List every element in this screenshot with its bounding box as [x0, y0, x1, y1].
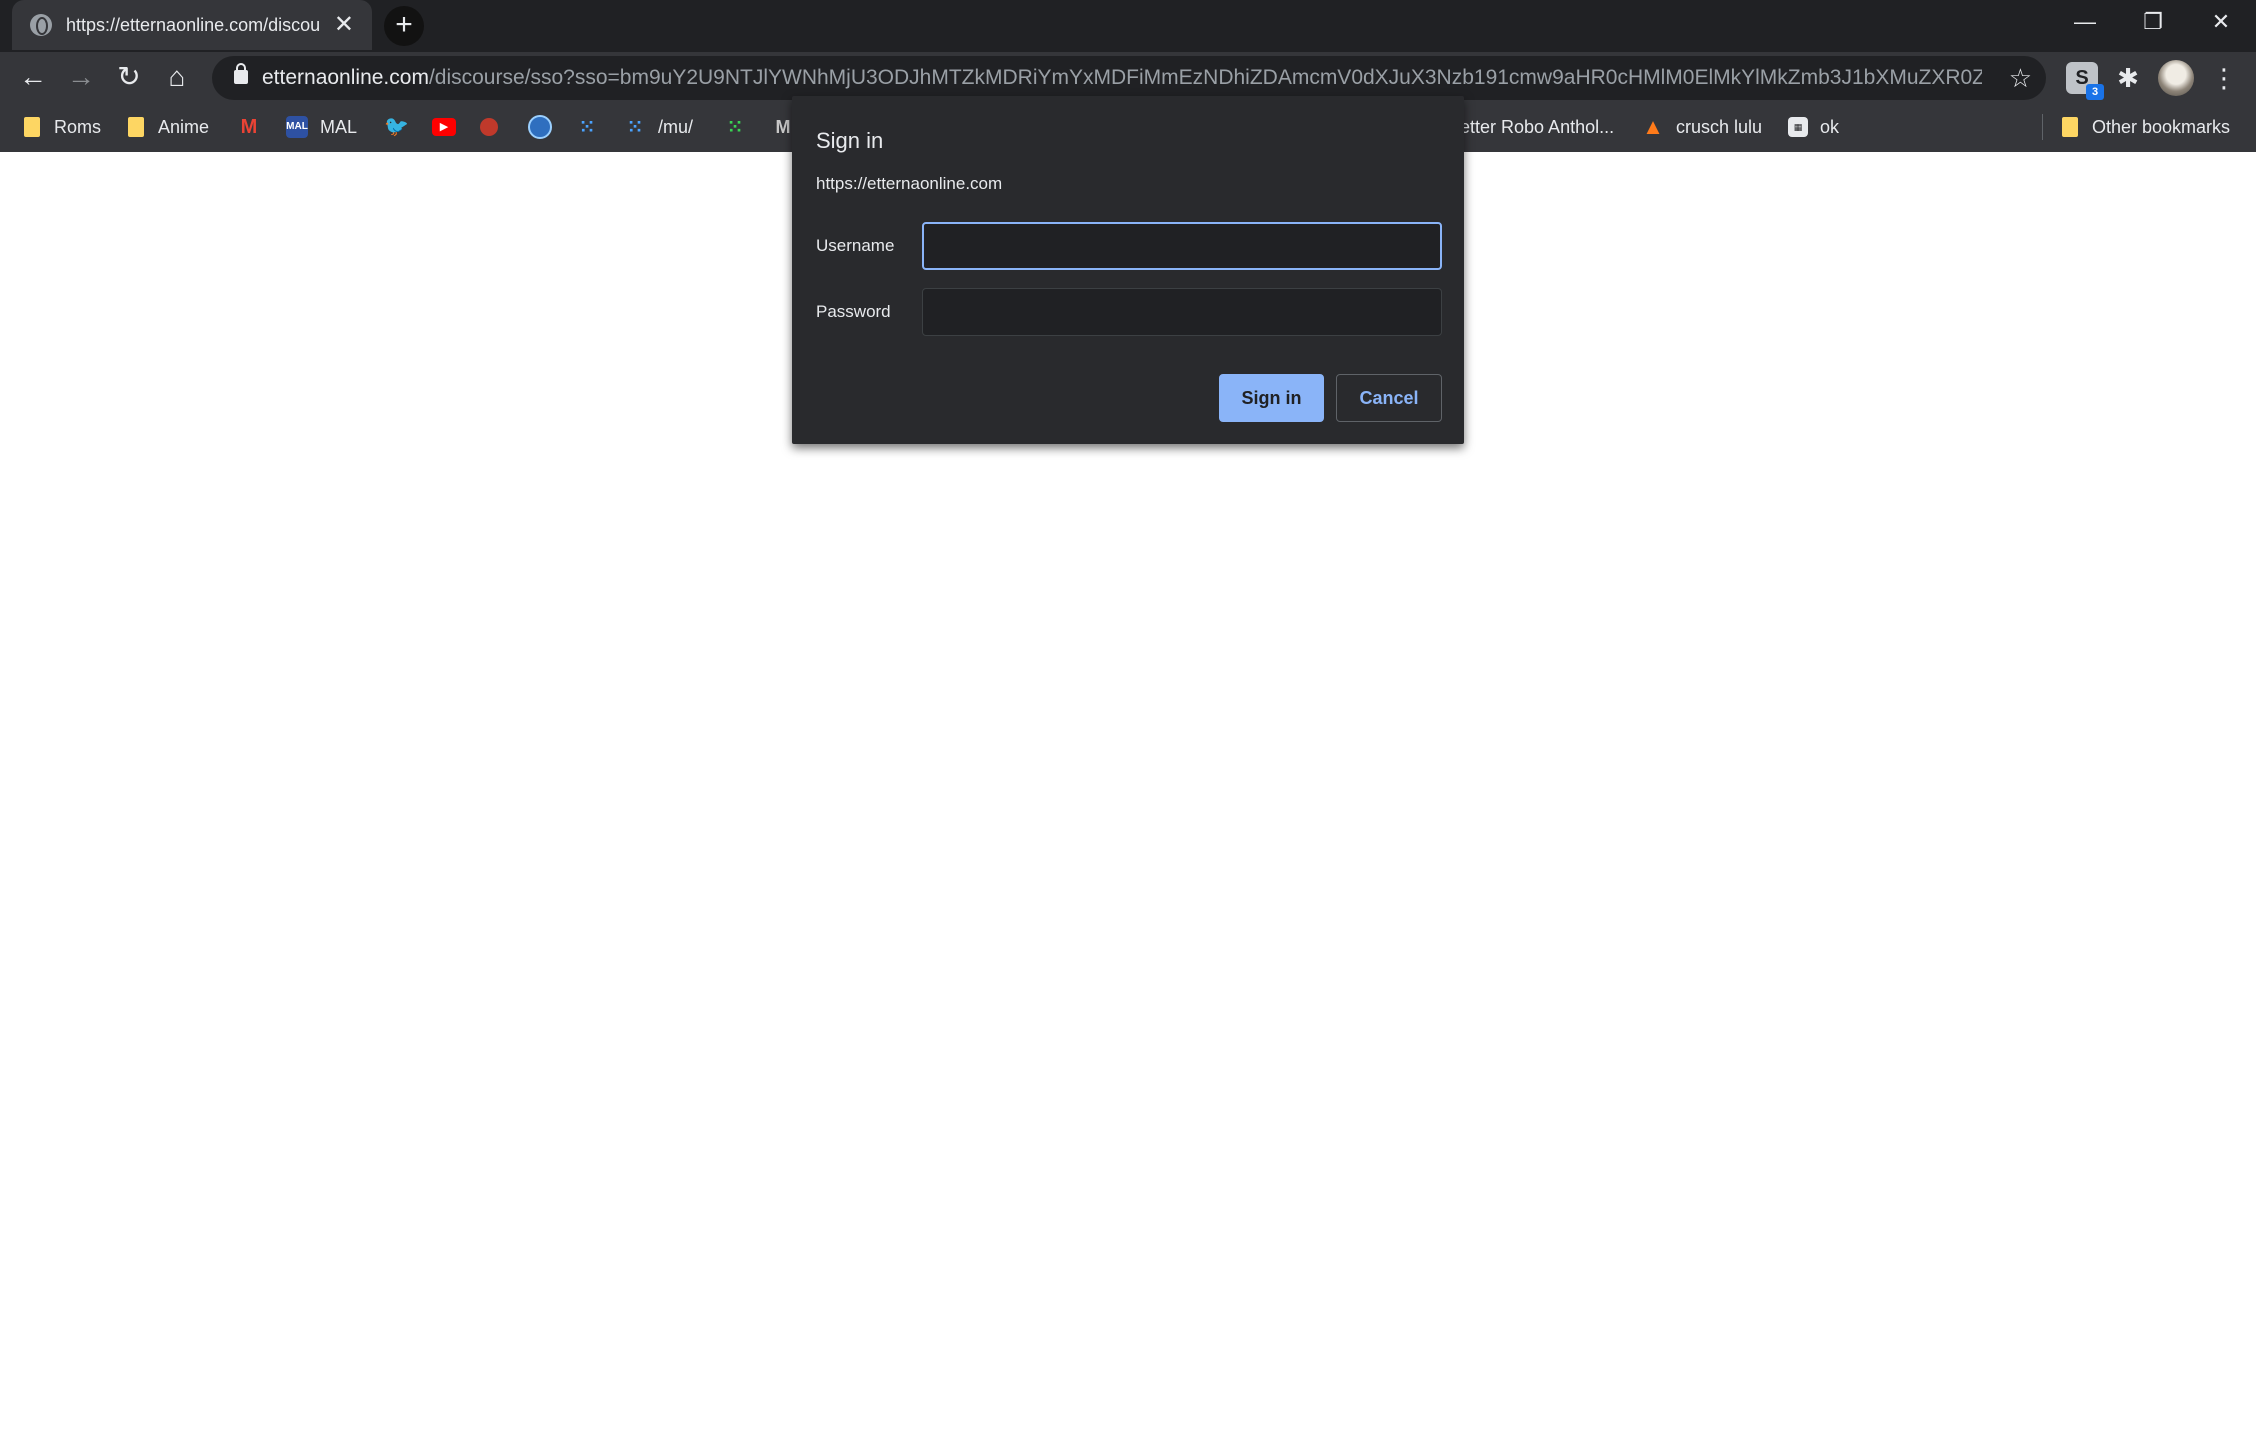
mal-icon: MAL — [286, 116, 308, 138]
tab-title: https://etternaonline.com/discou — [66, 14, 321, 35]
bookmark-youtube[interactable]: ▶ — [432, 102, 456, 152]
close-tab-icon[interactable]: ✕ — [334, 13, 354, 37]
extension-badge: 3 — [2086, 84, 2104, 100]
bookmark-label: Anime — [158, 116, 210, 137]
bookmark-label: Roms — [54, 116, 102, 137]
dots-site-icon: ⁙ — [627, 117, 643, 137]
home-button[interactable]: ⌂ — [156, 56, 198, 98]
bookmark-getter[interactable]: etter Robo Anthol... — [1460, 102, 1614, 152]
bookmark-label: ok — [1820, 116, 1840, 137]
extensions-puzzle-icon[interactable]: ✱ — [2112, 62, 2144, 94]
browser-toolbar: ← → ↻ ⌂ etternaonline.com/discourse/sso?… — [0, 52, 2256, 102]
bookmark-site-5[interactable]: M — [772, 102, 794, 152]
tab-strip: https://etternaonline.com/discou ✕ + — ❐… — [0, 0, 2256, 52]
bookmark-mu[interactable]: ⁙ /mu/ — [624, 102, 693, 152]
green-dots-icon: ⁙ — [727, 117, 743, 137]
bookmark-site-1[interactable] — [480, 102, 498, 152]
username-label: Username — [816, 236, 895, 255]
url-path: /discourse/sso?sso=bm9uY2U9NTJlYWNhMjU3O… — [428, 66, 1982, 89]
bookmark-gmail[interactable]: M — [238, 102, 260, 152]
username-field[interactable] — [922, 222, 1442, 270]
browser-tab[interactable]: https://etternaonline.com/discou ✕ — [12, 0, 372, 50]
sign-in-dialog: Sign in https://etternaonline.com Userna… — [792, 96, 1464, 444]
sign-in-button[interactable]: Sign in — [1219, 374, 1324, 422]
red-site-icon — [480, 118, 498, 136]
bookmark-star-icon[interactable]: ☆ — [2009, 56, 2032, 100]
new-tab-button[interactable]: + — [384, 6, 424, 46]
profile-avatar[interactable] — [2158, 60, 2194, 96]
lock-icon[interactable] — [234, 63, 248, 84]
dialog-title: Sign in — [816, 128, 884, 153]
minimize-button[interactable]: — — [2052, 0, 2118, 44]
twitter-bird-icon: 🐦 — [384, 116, 409, 138]
folder-icon — [128, 117, 144, 137]
m-site-icon: M — [775, 117, 791, 137]
bookmark-ok[interactable]: ▦ ok — [1788, 102, 1839, 152]
password-field[interactable] — [922, 288, 1442, 336]
bookmark-label: MAL — [320, 116, 358, 137]
restore-button[interactable]: ❐ — [2120, 0, 2186, 44]
bookmark-label: Other bookmarks — [2092, 116, 2231, 137]
back-button[interactable]: ← — [12, 56, 54, 98]
other-bookmarks[interactable]: Other bookmarks — [2062, 102, 2230, 152]
bookmark-label: crusch lulu — [1676, 116, 1763, 137]
grid-site-icon: ▦ — [1788, 117, 1808, 137]
bookmark-label: /mu/ — [658, 116, 694, 137]
gmail-icon: M — [240, 116, 258, 138]
folder-icon — [24, 117, 40, 137]
globe-site-icon — [528, 115, 552, 139]
warning-triangle-icon: ▲ — [1642, 114, 1664, 139]
forward-button[interactable]: → — [60, 56, 102, 98]
url-host: etternaonline.com — [262, 66, 429, 89]
close-window-button[interactable]: ✕ — [2188, 0, 2254, 44]
cancel-button[interactable]: Cancel — [1336, 374, 1442, 422]
bookmark-mal[interactable]: MAL MAL — [286, 102, 357, 152]
bookmark-site-2[interactable] — [528, 102, 552, 152]
dots-site-icon: ⁙ — [579, 117, 595, 137]
bookmark-twitter[interactable]: 🐦 — [384, 102, 409, 152]
url-text[interactable]: etternaonline.com/discourse/sso?sso=bm9u… — [262, 56, 1982, 100]
address-bar[interactable]: etternaonline.com/discourse/sso?sso=bm9u… — [212, 56, 2046, 100]
bookmark-roms[interactable]: Roms — [24, 102, 101, 152]
bookmark-label: etter Robo Anthol... — [1460, 116, 1615, 137]
dialog-origin: https://etternaonline.com — [816, 174, 1003, 193]
folder-icon — [2062, 117, 2078, 137]
globe-icon — [30, 14, 52, 36]
bookmarks-divider — [2042, 114, 2043, 140]
browser-menu-icon[interactable]: ⋮ — [2210, 60, 2238, 96]
reload-button[interactable]: ↻ — [108, 56, 150, 98]
extension-s-icon[interactable]: S3 — [2066, 62, 2104, 100]
bookmark-site-3[interactable]: ⁙ — [576, 102, 598, 152]
youtube-icon: ▶ — [432, 118, 456, 136]
bookmark-anime[interactable]: Anime — [128, 102, 209, 152]
bookmark-crusch[interactable]: ▲ crusch lulu — [1642, 102, 1762, 152]
bookmark-site-4[interactable]: ⁙ — [724, 102, 746, 152]
password-label: Password — [816, 302, 891, 321]
